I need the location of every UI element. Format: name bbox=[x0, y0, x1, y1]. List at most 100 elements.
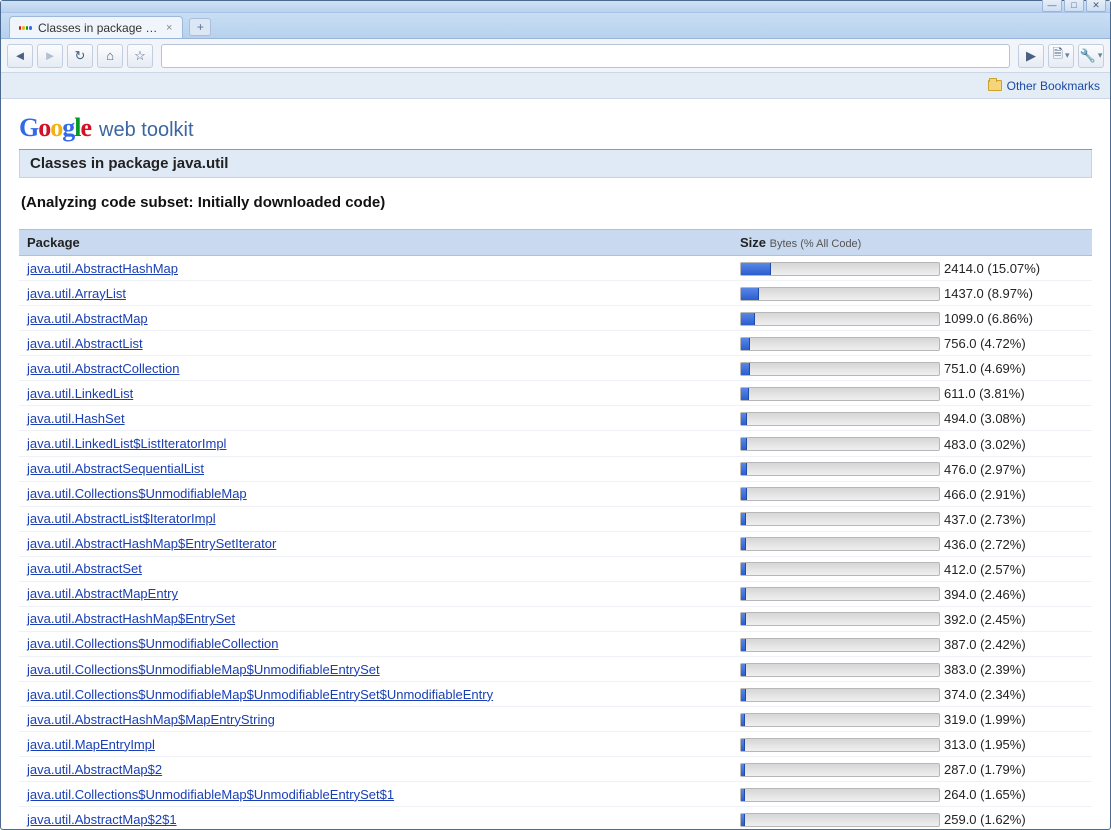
package-link[interactable]: java.util.AbstractHashMap$MapEntryString bbox=[27, 712, 275, 727]
package-link[interactable]: java.util.AbstractCollection bbox=[27, 361, 179, 376]
back-button[interactable]: ◄ bbox=[7, 44, 33, 68]
package-link[interactable]: java.util.AbstractMap$2$1 bbox=[27, 812, 177, 827]
home-button[interactable]: ⌂ bbox=[97, 44, 123, 68]
size-text: 383.0 (2.39%) bbox=[944, 662, 1026, 677]
size-text: 756.0 (4.72%) bbox=[944, 336, 1026, 351]
package-link[interactable]: java.util.AbstractMap bbox=[27, 311, 148, 326]
forward-icon: ► bbox=[44, 48, 57, 63]
browser-tab[interactable]: Classes in package j... × bbox=[9, 16, 183, 38]
package-link[interactable]: java.util.AbstractHashMap$EntrySetIterat… bbox=[27, 536, 276, 551]
package-link[interactable]: java.util.LinkedList bbox=[27, 386, 133, 401]
table-row: java.util.AbstractHashMap$MapEntryString… bbox=[19, 707, 1092, 732]
column-header-package[interactable]: Package bbox=[19, 230, 732, 256]
table-row: java.util.Collections$UnmodifiableCollec… bbox=[19, 631, 1092, 656]
window-close-button[interactable]: ✕ bbox=[1086, 0, 1106, 12]
size-text: 1099.0 (6.86%) bbox=[944, 311, 1033, 326]
size-bar bbox=[740, 312, 940, 326]
size-bar bbox=[740, 412, 940, 426]
size-text: 264.0 (1.65%) bbox=[944, 787, 1026, 802]
address-bar[interactable] bbox=[161, 44, 1010, 68]
size-bar bbox=[740, 387, 940, 401]
size-bar bbox=[740, 663, 940, 677]
package-link[interactable]: java.util.AbstractMapEntry bbox=[27, 586, 178, 601]
table-row: java.util.AbstractSet 412.0 (2.57%) bbox=[19, 556, 1092, 581]
table-row: java.util.ArrayList 1437.0 (8.97%) bbox=[19, 281, 1092, 306]
package-link[interactable]: java.util.Collections$UnmodifiableMap$Un… bbox=[27, 787, 394, 802]
window-minimize-button[interactable]: — bbox=[1042, 0, 1062, 12]
other-bookmarks-label: Other Bookmarks bbox=[1007, 79, 1100, 93]
wrench-menu-button[interactable]: 🔧 bbox=[1078, 44, 1104, 68]
size-text: 287.0 (1.79%) bbox=[944, 762, 1026, 777]
new-tab-button[interactable]: + bbox=[189, 18, 211, 36]
size-text: 2414.0 (15.07%) bbox=[944, 261, 1040, 276]
analyzing-subtitle: (Analyzing code subset: Initially downlo… bbox=[19, 178, 1092, 229]
size-bar bbox=[740, 612, 940, 626]
size-text: 412.0 (2.57%) bbox=[944, 562, 1026, 577]
package-link[interactable]: java.util.AbstractSet bbox=[27, 561, 142, 576]
table-row: java.util.Collections$UnmodifiableMap$Un… bbox=[19, 782, 1092, 807]
size-text: 436.0 (2.72%) bbox=[944, 537, 1026, 552]
size-bar bbox=[740, 763, 940, 777]
size-text: 374.0 (2.34%) bbox=[944, 687, 1026, 702]
window-maximize-button[interactable]: □ bbox=[1064, 0, 1084, 12]
folder-icon bbox=[988, 80, 1002, 91]
package-link[interactable]: java.util.ArrayList bbox=[27, 286, 126, 301]
table-row: java.util.AbstractCollection 751.0 (4.69%… bbox=[19, 356, 1092, 381]
package-link[interactable]: java.util.Collections$UnmodifiableMap$Un… bbox=[27, 687, 493, 702]
size-text: 319.0 (1.99%) bbox=[944, 712, 1026, 727]
package-link[interactable]: java.util.HashSet bbox=[27, 411, 125, 426]
size-bar bbox=[740, 738, 940, 752]
reload-button[interactable]: ↻ bbox=[67, 44, 93, 68]
column-header-size[interactable]: Size Bytes (% All Code) bbox=[732, 230, 1092, 256]
size-bar bbox=[740, 437, 940, 451]
logo-subtitle: web toolkit bbox=[99, 119, 194, 142]
package-link[interactable]: java.util.AbstractList bbox=[27, 336, 143, 351]
bookmarks-bar: Other Bookmarks bbox=[1, 73, 1110, 99]
package-link[interactable]: java.util.LinkedList$ListIteratorImpl bbox=[27, 436, 226, 451]
window-titlebar[interactable]: — □ ✕ bbox=[1, 1, 1110, 13]
package-link[interactable]: java.util.AbstractSequentialList bbox=[27, 461, 204, 476]
table-row: java.util.AbstractMap 1099.0 (6.86%) bbox=[19, 306, 1092, 331]
package-link[interactable]: java.util.AbstractHashMap bbox=[27, 261, 178, 276]
size-text: 476.0 (2.97%) bbox=[944, 462, 1026, 477]
size-bar bbox=[740, 462, 940, 476]
table-row: java.util.AbstractHashMap$EntrySet392.0 … bbox=[19, 606, 1092, 631]
table-row: java.util.HashSet494.0 (3.08%) bbox=[19, 406, 1092, 431]
size-text: 751.0 (4.69%) bbox=[944, 361, 1026, 376]
package-link[interactable]: java.util.Collections$UnmodifiableCollec… bbox=[27, 636, 278, 651]
table-row: java.util.AbstractList 756.0 (4.72%) bbox=[19, 331, 1092, 356]
page-content: Google web toolkit Classes in package ja… bbox=[1, 99, 1110, 829]
tab-close-button[interactable]: × bbox=[164, 22, 174, 34]
package-link[interactable]: java.util.AbstractMap$2 bbox=[27, 762, 162, 777]
size-bar bbox=[740, 537, 940, 551]
size-bar bbox=[740, 487, 940, 501]
table-row: java.util.AbstractSequentialList 476.0 (2… bbox=[19, 456, 1092, 481]
favicon-icon bbox=[18, 21, 32, 35]
star-icon: ☆ bbox=[134, 48, 146, 64]
size-text: 1437.0 (8.97%) bbox=[944, 286, 1033, 301]
size-bar bbox=[740, 337, 940, 351]
other-bookmarks-button[interactable]: Other Bookmarks bbox=[988, 79, 1100, 93]
package-link[interactable]: java.util.AbstractList$IteratorImpl bbox=[27, 511, 216, 526]
package-link[interactable]: java.util.MapEntryImpl bbox=[27, 737, 155, 752]
play-icon: ▶ bbox=[1026, 48, 1036, 64]
package-link[interactable]: java.util.Collections$UnmodifiableMap$Un… bbox=[27, 662, 380, 677]
table-row: java.util.AbstractMapEntry394.0 (2.46%) bbox=[19, 581, 1092, 606]
package-link[interactable]: java.util.AbstractHashMap$EntrySet bbox=[27, 611, 235, 626]
package-link[interactable]: java.util.Collections$UnmodifiableMap bbox=[27, 486, 247, 501]
wrench-icon: 🔧 bbox=[1080, 48, 1096, 64]
google-logo: Google bbox=[19, 113, 91, 143]
size-bar bbox=[740, 262, 940, 276]
tab-strip: Classes in package j... × + bbox=[1, 13, 1110, 39]
go-button[interactable]: ▶ bbox=[1018, 44, 1044, 68]
forward-button[interactable]: ► bbox=[37, 44, 63, 68]
size-text: 259.0 (1.62%) bbox=[944, 812, 1026, 827]
bookmark-star-button[interactable]: ☆ bbox=[127, 44, 153, 68]
back-icon: ◄ bbox=[14, 48, 27, 63]
page-menu-button[interactable]: 🗎 bbox=[1048, 44, 1074, 68]
table-row: java.util.AbstractHashMap 2414.0 (15.07%) bbox=[19, 256, 1092, 281]
section-title: Classes in package java.util bbox=[19, 150, 1092, 178]
page-header: Google web toolkit bbox=[19, 113, 1092, 150]
size-text: 313.0 (1.95%) bbox=[944, 737, 1026, 752]
table-row: java.util.AbstractMap$2$1 259.0 (1.62%) bbox=[19, 807, 1092, 829]
